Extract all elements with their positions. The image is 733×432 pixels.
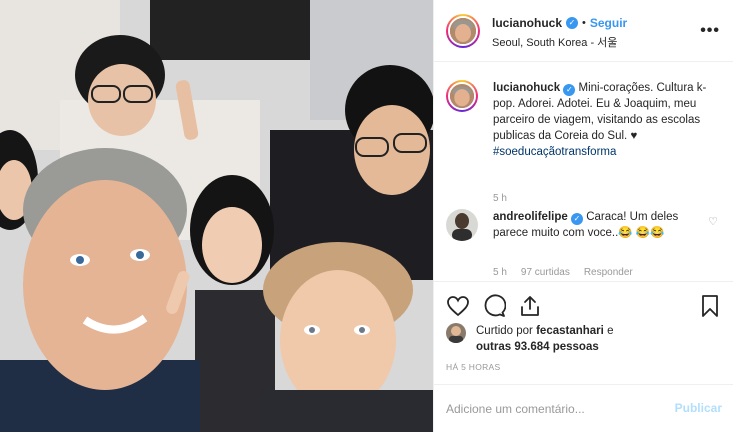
liked-by-text: Curtido por fecastanhari e outras 93.684… [476, 323, 613, 355]
post-actions-bar [434, 281, 733, 323]
caption-avatar[interactable] [446, 80, 478, 112]
comments-list: lucianohuck ✓ Mini-corações. Cultura k-p… [434, 63, 733, 280]
follow-button[interactable]: Seguir [590, 16, 627, 30]
caption-time[interactable]: 5 h [493, 193, 507, 204]
verified-badge-icon: ✓ [570, 213, 583, 225]
caption-meta: 5 h [493, 193, 507, 204]
verified-badge-icon: ✓ [563, 84, 576, 96]
post-location[interactable]: Seoul, South Korea - 서울 [492, 34, 617, 50]
post-sidebar: lucianohuck ✓ • Seguir Seoul, South Kore… [433, 0, 733, 432]
comment-like-icon[interactable]: ♡ [708, 215, 718, 228]
more-options-icon[interactable]: ••• [700, 22, 720, 40]
commenter-username[interactable]: andreolifelipe [493, 211, 568, 223]
comment-text-block: andreolifelipe ✓ Caraca! Um deles parece… [493, 209, 713, 241]
liked-by-avatar[interactable] [446, 323, 466, 343]
caption-username[interactable]: lucianohuck [493, 82, 560, 94]
publish-button[interactable]: Publicar [675, 401, 722, 415]
post-photo[interactable] [0, 0, 433, 432]
author-avatar-ring[interactable] [446, 14, 480, 48]
caption-text-block: lucianohuck ✓ Mini-corações. Cultura k-p… [493, 80, 713, 160]
commenter-avatar[interactable] [446, 209, 478, 241]
separator-dot: • [582, 17, 586, 29]
verified-badge-icon: ✓ [566, 17, 579, 29]
post-timestamp[interactable]: HÁ 5 HORAS [446, 362, 501, 372]
liked-by-section: Curtido por fecastanhari e outras 93.684… [446, 323, 726, 357]
bookmark-icon[interactable] [698, 294, 722, 318]
author-username[interactable]: lucianohuck [492, 16, 562, 30]
reply-button[interactable]: Responder [584, 267, 633, 278]
comment-time[interactable]: 5 h [493, 267, 507, 278]
liked-prefix: Curtido por [476, 325, 533, 337]
comment-meta: 5 h 97 curtidas Responder [493, 267, 633, 278]
comment-input[interactable] [446, 399, 666, 419]
instagram-post: lucianohuck ✓ • Seguir Seoul, South Kore… [0, 0, 733, 432]
selfie-image [0, 0, 433, 432]
author-avatar [448, 16, 478, 46]
caption-hashtag[interactable]: #soeducaçãotransforma [493, 146, 616, 158]
heart-icon[interactable] [446, 294, 470, 318]
comment-icon[interactable] [482, 294, 506, 318]
add-comment-section: Publicar [434, 384, 733, 432]
post-header: lucianohuck ✓ • Seguir Seoul, South Kore… [434, 0, 733, 62]
header-title-row: lucianohuck ✓ • Seguir [492, 16, 627, 30]
liked-others[interactable]: outras 93.684 pessoas [476, 341, 599, 353]
comment-likes[interactable]: 97 curtidas [521, 267, 570, 278]
share-icon[interactable] [518, 294, 542, 318]
liked-middle: e [607, 325, 614, 337]
liked-user[interactable]: fecastanhari [536, 325, 604, 337]
